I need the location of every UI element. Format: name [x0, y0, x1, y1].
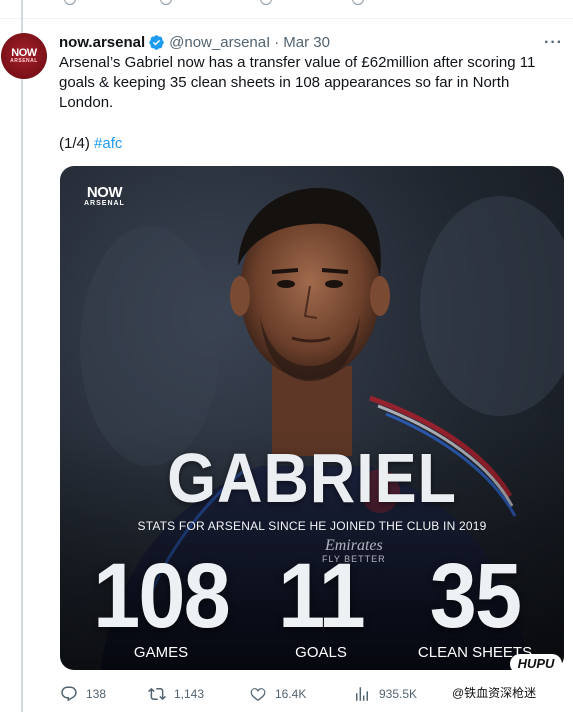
verified-icon	[149, 34, 164, 50]
author-handle[interactable]: @now_arsenaI	[169, 34, 270, 51]
views-count: 935.5K	[379, 687, 418, 701]
stat-goals: 11 GOALS	[256, 546, 386, 661]
like-icon	[250, 688, 266, 702]
tweet-media-image[interactable]: NOW ARSENAL Emirates FLY BETTER GABRIEL …	[60, 166, 564, 670]
stat-games: 108 GAMES	[86, 546, 236, 661]
tweet-thread-line: (1/4) #afc	[59, 134, 122, 154]
reply-icon	[61, 686, 77, 702]
stats-subtitle: STATS FOR ARSENAL SINCE HE JOINED THE CL…	[137, 519, 487, 533]
author-name[interactable]: now.arsenal	[59, 34, 145, 51]
avatar-logo-text: NOW	[11, 47, 37, 59]
hupu-watermark: HUPU	[510, 654, 562, 674]
views-icon	[356, 687, 368, 701]
reply-icon[interactable]	[64, 0, 76, 5]
previous-tweet-action-bar	[0, 0, 573, 8]
now-arsenal-logo: NOW ARSENAL	[84, 184, 125, 208]
retweet-count: 1,143	[174, 687, 205, 701]
like-button[interactable]: 16.4K	[249, 680, 306, 708]
more-icon[interactable]: ···	[544, 34, 563, 52]
logo-text: NOW	[86, 184, 123, 201]
stat-clean-sheets: 35 CLEAN SHEETS	[400, 546, 550, 661]
reply-count: 138	[86, 687, 107, 701]
views-button[interactable]: 935.5K	[353, 680, 417, 708]
tweet-action-bar: 138 1,143 16.4K 935.5K @铁血资深枪迷	[0, 680, 573, 708]
thread-line	[21, 0, 23, 712]
hashtag-link[interactable]: #afc	[94, 135, 122, 152]
stat-value: 35	[429, 545, 522, 647]
tweet-header: now.arsenal @now_arsenaI · Mar 30	[59, 32, 330, 52]
logo-subtext: ARSENAL	[84, 200, 125, 207]
retweet-icon[interactable]	[160, 0, 172, 5]
views-icon[interactable]	[352, 0, 364, 5]
avatar[interactable]: NOW ARSENAL	[1, 33, 47, 79]
avatar-logo-subtext: ARSENAL	[10, 58, 38, 64]
separator: ·	[274, 33, 280, 51]
thread-counter: (1/4)	[59, 135, 90, 152]
retweet-icon	[148, 687, 166, 701]
tweet-text: Arsenal’s Gabriel now has a transfer val…	[59, 54, 536, 111]
stat-value: 11	[278, 545, 366, 647]
divider	[0, 18, 573, 19]
player-name: GABRIEL	[167, 439, 457, 517]
tweet-date[interactable]: Mar 30	[283, 34, 330, 51]
author-watermark: @铁血资深枪迷	[452, 686, 537, 700]
like-count: 16.4K	[275, 687, 307, 701]
reply-button[interactable]: 138	[60, 680, 106, 708]
stat-value: 108	[93, 545, 231, 647]
retweet-button[interactable]: 1,143	[148, 680, 204, 708]
like-icon[interactable]	[260, 0, 272, 5]
